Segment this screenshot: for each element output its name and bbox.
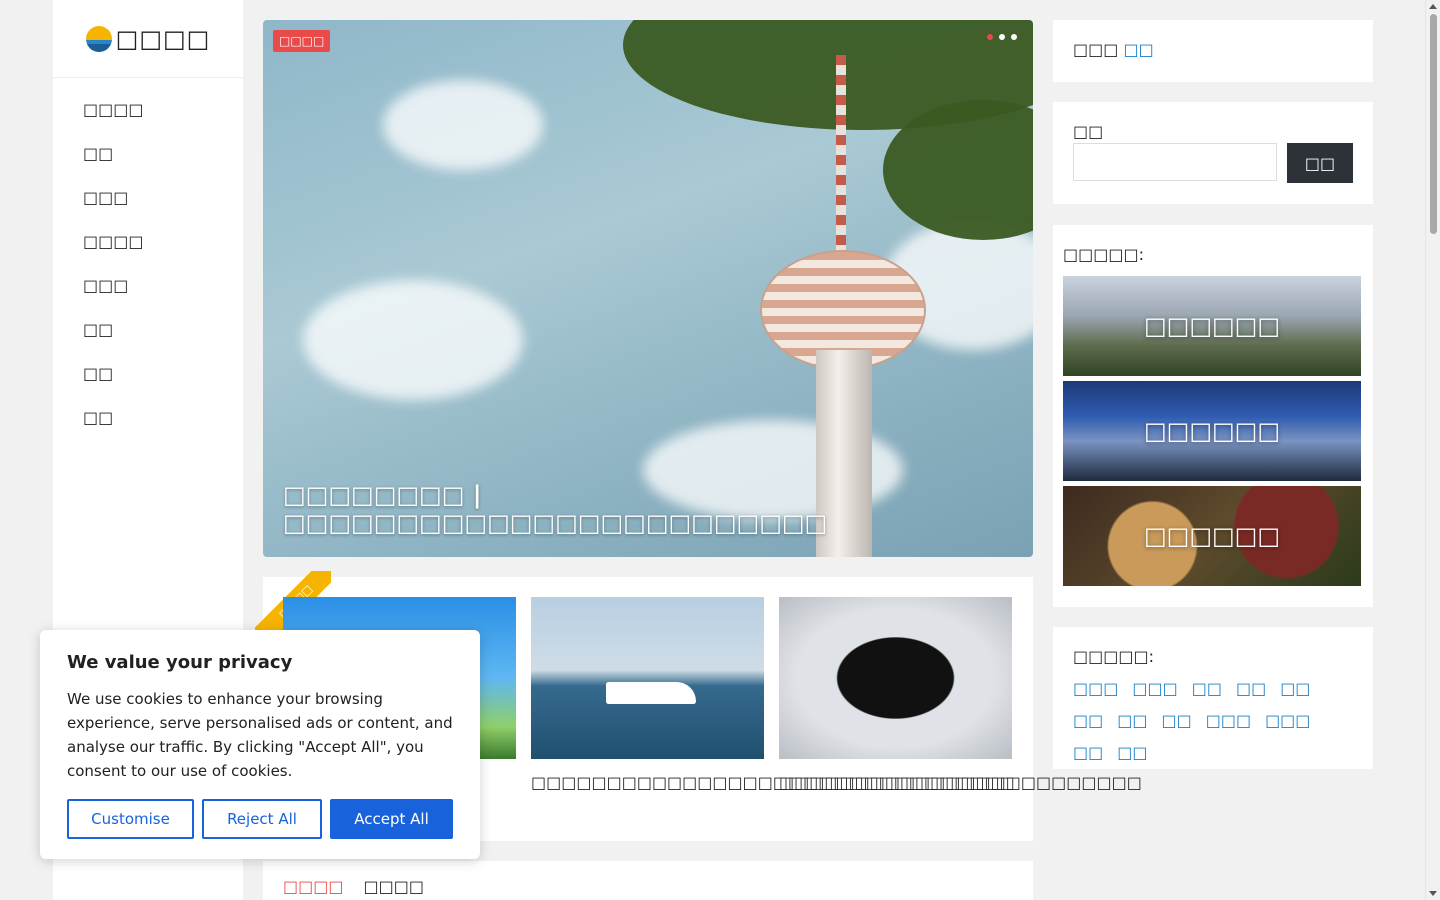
search-label: □□ <box>1073 122 1104 141</box>
hot-item[interactable]: □□□□□□ <box>1063 486 1361 586</box>
hero-slider[interactable]: □□□□ □□□□□□□□ | □□□□□□□□□□□□□□□□□□□□□□□□ <box>263 20 1033 557</box>
logo-text: □□□□ <box>115 24 211 53</box>
scroll-up-arrow-icon[interactable] <box>1429 4 1437 9</box>
feature-card[interactable]: □□□□□□□□□□□□□□□□□□□□□□□□ <box>779 597 1142 795</box>
feature-title[interactable]: □□□□□□□□□□□□□□□□□□□□□□□□□□□□□□□□ <box>531 771 1015 795</box>
nav-item-4[interactable]: □□□□ <box>53 220 243 264</box>
login-prefix: □□□ <box>1073 40 1119 59</box>
nav-item-8[interactable]: □□ <box>53 396 243 440</box>
hot-item[interactable]: □□□□□□ <box>1063 381 1361 481</box>
main-nav: □□□□ □□ □□□ □□□□ □□□ □□ □□ □□ <box>53 78 243 440</box>
tag-link[interactable]: □□ <box>1280 676 1310 702</box>
nav-item-2[interactable]: □□ <box>53 132 243 176</box>
tag-link[interactable]: □□ <box>1161 708 1191 734</box>
tag-link[interactable]: □□□ <box>1206 708 1251 734</box>
search-button[interactable]: □□ <box>1287 143 1353 183</box>
page-scrollbar[interactable] <box>1425 0 1440 900</box>
customise-button[interactable]: Customise <box>67 799 194 839</box>
hot-item-caption: □□□□□□ <box>1143 522 1281 550</box>
tags-label: □□□□□: <box>1073 647 1154 666</box>
hot-item[interactable]: □□□□□□ <box>1063 276 1361 376</box>
tag-link[interactable]: □□□ <box>1265 708 1310 734</box>
search-widget: □□ □□ <box>1053 102 1373 204</box>
tag-list: □□□ □□□ □□ □□ □□ □□ □□ □□ □□□ □□□ □□ □□ <box>1073 676 1353 766</box>
login-widget: □□□ □□ <box>1053 20 1373 82</box>
cookie-title: We value your privacy <box>67 652 293 673</box>
nav-item-3[interactable]: □□□ <box>53 176 243 220</box>
tab-1[interactable]: □□□□ <box>283 877 343 900</box>
reject-all-button[interactable]: Reject All <box>202 799 322 839</box>
accept-all-button[interactable]: Accept All <box>330 799 453 839</box>
tags-widget: □□□□□: □□□ □□□ □□ □□ □□ □□ □□ □□ □□□ □□□… <box>1053 627 1373 769</box>
nav-item-5[interactable]: □□□ <box>53 264 243 308</box>
tab-2[interactable]: □□□□ <box>363 877 423 900</box>
tag-link[interactable]: □□ <box>1117 740 1147 766</box>
nav-item-home[interactable]: □□□□ <box>53 88 243 132</box>
hot-destinations-widget: □□□□□: □□□□□□ □□□□□□ □□□□□□ <box>1053 225 1373 607</box>
nav-item-7[interactable]: □□ <box>53 352 243 396</box>
feature-image[interactable] <box>779 597 1012 759</box>
tag-link[interactable]: □□□ <box>1132 676 1177 702</box>
slider-dot-2[interactable] <box>999 34 1005 40</box>
tag-link[interactable]: □□ <box>1073 708 1103 734</box>
feature-title[interactable]: □□□□□□□□□□□□□□□□□□□□□□□□ <box>779 771 1142 795</box>
hero-title[interactable]: □□□□□□□□ | □□□□□□□□□□□□□□□□□□□□□□□□ <box>283 481 1013 537</box>
slider-dot-3[interactable] <box>1011 34 1017 40</box>
tag-link[interactable]: □□ <box>1073 740 1103 766</box>
tag-link[interactable]: □□□ <box>1073 676 1118 702</box>
hot-item-caption: □□□□□□ <box>1143 417 1281 445</box>
slider-dot-1[interactable] <box>987 34 993 40</box>
content-tabs: □□□□ □□□□ <box>263 861 1033 900</box>
feature-card[interactable]: □□□□□□□□□□□□□□□□□□□□□□□□□□□□□□□□ <box>531 597 1015 795</box>
tag-link[interactable]: □□ <box>1117 708 1147 734</box>
nav-item-6[interactable]: □□ <box>53 308 243 352</box>
logo-icon <box>85 25 112 52</box>
hero-category-badge[interactable]: □□□□ <box>273 30 331 52</box>
cookie-consent-banner: We value your privacy We use cookies to … <box>40 630 480 859</box>
hot-label: □□□□□: <box>1063 245 1144 264</box>
hot-item-caption: □□□□□□ <box>1143 312 1281 340</box>
tag-link[interactable]: □□ <box>1236 676 1266 702</box>
tower-image <box>836 55 846 255</box>
scroll-down-arrow-icon[interactable] <box>1429 891 1437 896</box>
search-input[interactable] <box>1073 143 1277 181</box>
site-logo[interactable]: □□□□ <box>53 0 243 78</box>
slider-dots <box>987 34 1017 40</box>
feature-image[interactable] <box>531 597 764 759</box>
cookie-body: We use cookies to enhance your browsing … <box>67 690 453 780</box>
scrollbar-thumb[interactable] <box>1430 14 1437 234</box>
login-link[interactable]: □□ <box>1123 40 1153 59</box>
tag-link[interactable]: □□ <box>1192 676 1222 702</box>
